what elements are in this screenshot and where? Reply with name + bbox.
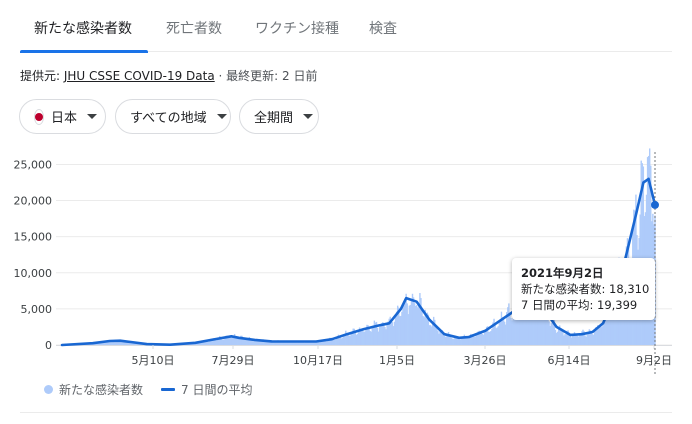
region-label: すべての地域 — [130, 111, 207, 126]
x-tick-label: 5月10日 — [132, 354, 175, 367]
country-dropdown[interactable]: 日本 — [19, 99, 106, 134]
tab-new-cases[interactable]: 新たな感染者数 — [34, 18, 132, 38]
chevron-down-icon — [216, 114, 227, 119]
x-axis: 5月10日 7月29日 10月17日 1月5日 3月26日 6月14日 9月2日 — [132, 345, 672, 367]
line-legend-swatch — [161, 388, 176, 391]
y-axis: 0 5,000 10,000 15,000 20,000 25,000 — [14, 158, 53, 352]
period-dropdown[interactable]: 全期間 — [239, 99, 319, 134]
chevron-down-icon — [303, 114, 314, 119]
tab-vaccinations[interactable]: ワクチン接種 — [255, 18, 339, 38]
legend-cases: 新たな感染者数 — [59, 383, 144, 397]
chevron-down-icon — [87, 114, 98, 119]
last-updated: · 最終更新: 2 日前 — [214, 69, 318, 83]
japan-flag-icon — [34, 108, 44, 125]
chart-legend: 新たな感染者数 7 日間の平均 — [44, 381, 252, 398]
tooltip-date: 2021年9月2日 — [521, 266, 604, 280]
tooltip-cases: 新たな感染者数: 18,310 — [521, 282, 650, 296]
tab-deaths[interactable]: 死亡者数 — [166, 18, 222, 38]
chart-tooltip: 2021年9月2日 新たな感染者数: 18,310 7 日間の平均: 19,39… — [512, 258, 655, 320]
period-label: 全期間 — [254, 111, 294, 126]
x-tick-label: 9月2日 — [636, 354, 672, 367]
source-prefix: 提供元: — [20, 69, 64, 83]
hover-point — [651, 200, 659, 209]
tab-tests[interactable]: 検査 — [369, 18, 397, 38]
y-tick-label: 15,000 — [14, 231, 53, 244]
x-tick-label: 7月29日 — [212, 354, 255, 367]
x-tick-label: 6月14日 — [548, 354, 591, 367]
y-tick-label: 20,000 — [14, 195, 53, 208]
tab-bar: 新たな感染者数 死亡者数 ワクチン接種 検査 — [20, 0, 672, 53]
x-tick-label: 3月26日 — [464, 354, 507, 367]
divider — [20, 412, 672, 413]
y-tick-label: 5,000 — [21, 303, 53, 316]
y-tick-label: 0 — [45, 339, 52, 352]
x-tick-label: 1月5日 — [379, 354, 415, 367]
source-link[interactable]: JHU CSSE COVID-19 Data — [64, 69, 215, 83]
x-tick-label: 10月17日 — [293, 354, 343, 367]
legend-average: 7 日間の平均 — [181, 383, 253, 397]
y-tick-label: 25,000 — [14, 158, 53, 171]
bars-legend-swatch — [44, 385, 53, 394]
country-label: 日本 — [51, 111, 78, 126]
active-tab-indicator — [20, 50, 148, 53]
y-tick-label: 10,000 — [14, 267, 53, 280]
tooltip-average: 7 日間の平均: 19,399 — [521, 298, 638, 312]
data-source: 提供元: JHU CSSE COVID-19 Data · 最終更新: 2 日前 — [20, 67, 317, 84]
region-dropdown[interactable]: すべての地域 — [115, 99, 231, 134]
